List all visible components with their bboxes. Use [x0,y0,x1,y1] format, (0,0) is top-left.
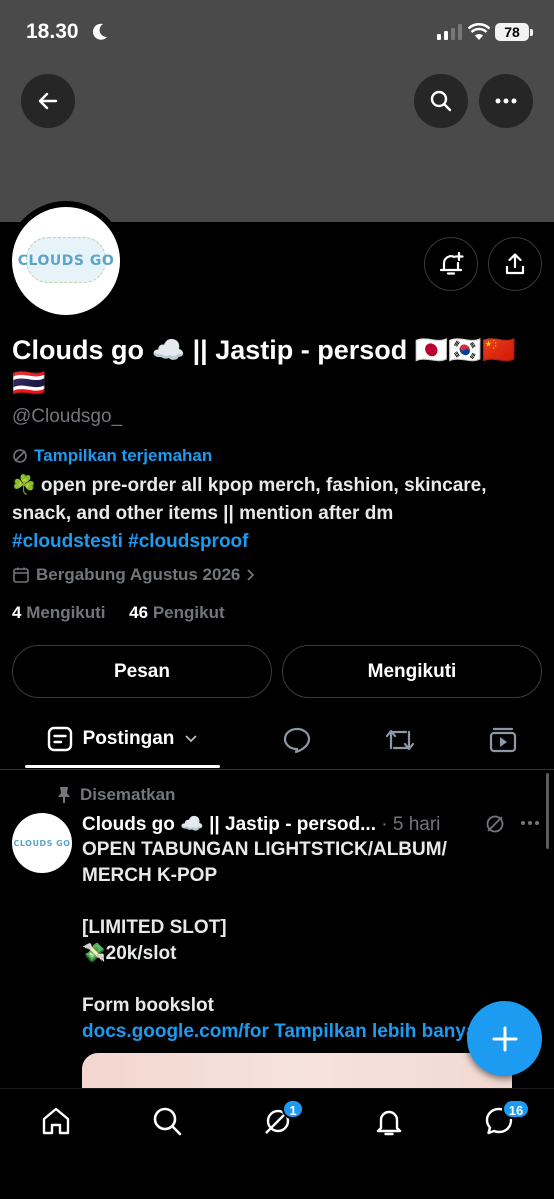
following-label: Mengikuti [26,603,106,622]
translate-label: Tampilkan terjemahan [34,446,213,465]
avatar-logo-text: CLOUDS GO [17,253,115,269]
post-link[interactable]: docs.google.com/for [82,1021,269,1042]
pinned-indicator: Disematkan [56,785,175,805]
following-count: 4 [12,603,22,622]
followers-link[interactable]: 46 Pengikut [129,603,224,622]
post-text: OPEN TABUNGAN LIGHTSTICK/ALBUM/ MERCH K-… [82,837,502,1045]
post-header: Clouds go ☁️ || Jastip - persod... · 5 h… [82,812,440,836]
post-author-avatar[interactable]: CLOUDS GO [12,813,72,873]
grok-translate-icon[interactable] [484,813,506,835]
bell-plus-icon [439,251,464,275]
compose-post-button[interactable] [467,1001,542,1076]
battery-cap [530,29,533,36]
pinned-label: Disematkan [80,785,176,804]
signal-icon [437,24,462,40]
post-author-name[interactable]: Clouds go ☁️ || Jastip - persod... [82,814,376,835]
post-avatar-logo-text: CLOUDS GO [13,838,71,848]
calendar-icon [13,567,29,583]
home-icon[interactable] [40,1105,72,1137]
post-media-image[interactable] [82,1053,512,1093]
chevron-right-icon [247,569,255,581]
more-options-button[interactable] [479,74,533,128]
grok-badge: 1 [282,1099,304,1119]
reposts-tab-icon[interactable] [384,726,416,754]
plus-icon [492,1026,517,1051]
moon-icon [92,23,107,40]
notifications-bell-icon[interactable] [373,1105,405,1137]
post-line-4: Form bookslot [82,995,214,1016]
bottom-navigation: 1 16 [0,1088,554,1199]
pin-icon [58,787,70,803]
followers-label: Pengikut [152,603,225,622]
avatar: CLOUDS GO [12,207,120,315]
arrow-left-icon [38,92,58,110]
posts-icon [47,726,72,752]
back-button[interactable] [21,74,75,128]
profile-display-name: Clouds go ☁️ || Jastip - persod 🇯🇵🇰🇷🇨🇳 🇹… [12,335,516,398]
media-tab-icon[interactable] [488,726,518,754]
post-more-icon[interactable] [520,820,540,826]
follow-stats: 4 Mengikuti 46 Pengikut [12,603,225,623]
joined-date[interactable]: Bergabung Agustus 2026 [12,565,256,585]
more-horizontal-icon [495,98,517,104]
profile-tabs: Postingan [0,710,554,770]
scrollbar[interactable] [546,773,549,849]
post-line-3: 💸20k/slot [82,943,177,964]
joined-label: Bergabung Agustus 2026 [36,565,241,584]
messages-badge: 16 [502,1099,530,1119]
search-icon [430,90,452,112]
post-time: · 5 hari [381,814,441,835]
message-button[interactable]: Pesan [12,645,272,698]
bio-text: ☘️ open pre-order all kpop merch, fashio… [12,475,487,524]
following-button[interactable]: Mengikuti [282,645,542,698]
tab-active-indicator [25,765,220,768]
battery-indicator: 78 [495,23,529,41]
profile-bio: ☘️ open pre-order all kpop merch, fashio… [12,472,542,556]
share-button[interactable] [488,237,542,291]
wifi-icon [468,23,490,40]
status-time: 18.30 [26,20,79,43]
profile-avatar[interactable]: CLOUDS GO [6,201,126,321]
translate-icon [13,449,27,463]
explore-search-icon[interactable] [151,1105,183,1137]
status-bar: 18.30 78 [0,0,554,64]
replies-tab-icon[interactable] [282,726,312,754]
post-line-1: OPEN TABUNGAN LIGHTSTICK/ALBUM/ MERCH K-… [82,839,447,886]
followers-count: 46 [129,603,149,622]
share-icon [505,253,525,275]
search-button[interactable] [414,74,468,128]
post-line-2: [LIMITED SLOT] [82,917,227,938]
notifications-subscribe-button[interactable] [424,237,478,291]
tab-posts[interactable]: Postingan [25,710,220,768]
profile-handle: @Cloudsgo_ [12,406,123,427]
following-link[interactable]: 4 Mengikuti [12,603,106,622]
show-more-link[interactable]: Tampilkan lebih banyak [274,1021,487,1042]
chevron-down-icon [185,735,198,743]
bio-hashtags[interactable]: #cloudstesti #cloudsproof [12,531,248,552]
translate-link[interactable]: Tampilkan terjemahan [12,446,212,466]
tab-posts-label: Postingan [82,728,175,749]
